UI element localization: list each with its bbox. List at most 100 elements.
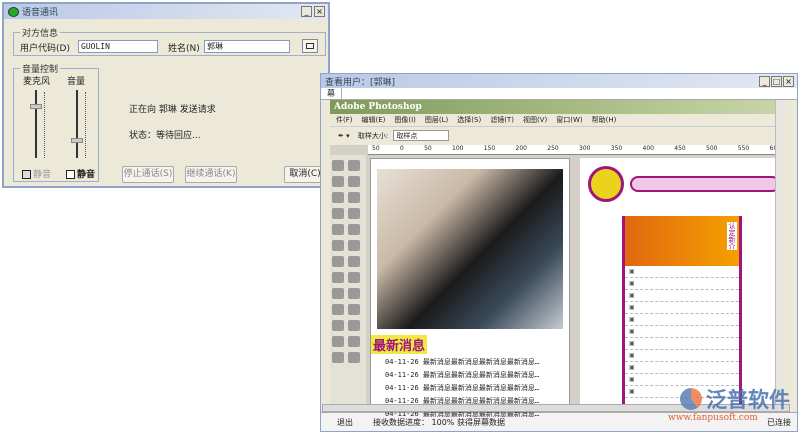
- tool-icon[interactable]: [332, 176, 344, 187]
- tool-icon[interactable]: [332, 320, 344, 331]
- menu-item[interactable]: 图层(L): [425, 116, 448, 124]
- watermark-brand: 泛普软件: [706, 388, 790, 412]
- tool-icon[interactable]: [332, 160, 344, 171]
- news-item: 04-11-26 最新消息最新消息最新消息最新消息…: [385, 371, 540, 379]
- list-row: ▣: [625, 314, 739, 326]
- user-code-label: 用户代码(D): [20, 44, 70, 54]
- menu-item[interactable]: 图像(I): [394, 116, 416, 124]
- eyedropper-icon: ✒ ▾: [338, 132, 352, 140]
- volume-mute-checkbox[interactable]: 静音: [66, 167, 95, 180]
- canvas-left: 最新消息 04-11-26 最新消息最新消息最新消息最新消息… 04-11-26 …: [370, 158, 570, 418]
- mic-slider-thumb[interactable]: [30, 104, 42, 109]
- tool-icon[interactable]: [348, 352, 360, 363]
- tool-icon[interactable]: [348, 192, 360, 203]
- close-button[interactable]: ×: [314, 6, 325, 17]
- volume-mute-label: 静音: [77, 170, 96, 180]
- volume-label: 音量: [67, 77, 86, 87]
- tool-icon[interactable]: [332, 336, 344, 347]
- contact-card-button[interactable]: [302, 39, 318, 53]
- exit-button[interactable]: 退出: [337, 417, 353, 428]
- contact-card-icon: [306, 43, 314, 49]
- fanpu-logo-icon: [680, 388, 702, 410]
- viewer-maximize-button[interactable]: □: [771, 75, 782, 87]
- list-row: ▣: [625, 290, 739, 302]
- tool-icon[interactable]: [348, 272, 360, 283]
- menu-item[interactable]: 滤镜(T): [490, 116, 514, 124]
- list-row: ▣: [625, 326, 739, 338]
- list-row: ▣: [625, 302, 739, 314]
- tool-icon[interactable]: [348, 320, 360, 331]
- remote-menu-bar: 件(F) 编辑(E) 图像(I) 图层(L) 选择(S) 滤镜(T) 视图(V) 窗口(W) 帮…: [330, 114, 785, 126]
- menu-item[interactable]: 帮助(H): [592, 116, 617, 124]
- dialog-titlebar: 语音通讯 _ ×: [4, 4, 328, 19]
- user-code-input[interactable]: GUOLIN: [78, 40, 158, 53]
- menu-item[interactable]: 窗口(W): [556, 116, 582, 124]
- toolbox: [330, 155, 366, 410]
- menu-item[interactable]: 选择(S): [457, 116, 481, 124]
- tab-screen[interactable]: 幕: [321, 88, 342, 99]
- tool-icon[interactable]: [348, 240, 360, 251]
- tool-icon[interactable]: [332, 272, 344, 283]
- minimize-button[interactable]: _: [301, 6, 312, 17]
- ruler-tick-label: 500: [706, 145, 718, 152]
- tool-icon[interactable]: [332, 224, 344, 235]
- tool-icon[interactable]: [332, 256, 344, 267]
- tool-icon[interactable]: [348, 224, 360, 235]
- tool-icon[interactable]: [348, 336, 360, 347]
- arrow-badge-icon: [588, 166, 624, 202]
- ruler-tick-label: 200: [515, 145, 527, 152]
- ruler: 50050100150200250300350400450500550600: [368, 145, 785, 155]
- tool-icon[interactable]: [332, 304, 344, 315]
- tool-icon[interactable]: [332, 288, 344, 299]
- remote-options-bar: ✒ ▾ 取样大小: 取样点: [330, 126, 785, 145]
- viewer-minimize-button[interactable]: _: [759, 75, 770, 87]
- sample-size-label: 取样大小:: [357, 132, 389, 140]
- menu-item[interactable]: 件(F): [336, 116, 353, 124]
- tool-icon[interactable]: [348, 208, 360, 219]
- remote-screen: Adobe Photoshop 件(F) 编辑(E) 图像(I) 图层(L) 选择(S)…: [330, 100, 785, 418]
- tool-icon[interactable]: [332, 352, 344, 363]
- tool-icon[interactable]: [332, 240, 344, 251]
- tool-icon[interactable]: [348, 176, 360, 187]
- viewer-title: 查看用户：[郭琳]: [325, 77, 396, 88]
- mic-mute-checkbox[interactable]: 静音: [22, 167, 51, 180]
- voice-call-dialog: 语音通讯 _ × 对方信息 用户代码(D) GUOLIN 姓名(N) 郭琳 音量…: [2, 2, 330, 188]
- connection-status: 已连接: [767, 418, 791, 427]
- list-row: ▣: [625, 338, 739, 350]
- viewer-close-button[interactable]: ×: [783, 75, 794, 87]
- tool-icon[interactable]: [348, 304, 360, 315]
- name-input[interactable]: 郭琳: [204, 40, 290, 53]
- news-item: 04-11-26 最新消息最新消息最新消息最新消息…: [385, 358, 540, 366]
- sample-size-select[interactable]: 取样点: [393, 130, 450, 141]
- stop-call-button[interactable]: 停止通话(S): [122, 166, 174, 183]
- mic-slider-track[interactable]: [35, 90, 37, 158]
- volume-slider-track[interactable]: [76, 90, 78, 158]
- volume-slider-thumb[interactable]: [71, 138, 83, 143]
- vertical-scrollbar[interactable]: [775, 100, 785, 410]
- list-row: ▣: [625, 278, 739, 290]
- request-status: 正在向 郭琳 发送请求: [129, 105, 216, 115]
- ruler-tick-label: 350: [610, 145, 623, 152]
- tool-icon[interactable]: [332, 192, 344, 203]
- list-row: ▣: [625, 362, 739, 374]
- volume-ticks: [85, 92, 87, 158]
- photo-businessman: [377, 169, 563, 329]
- tool-icon[interactable]: [348, 160, 360, 171]
- ruler-tick-label: 100: [452, 145, 464, 152]
- watermark-url: www.fanpusoft.com: [668, 413, 758, 423]
- mic-mute-label: 静音: [33, 170, 52, 180]
- news-item: 04-11-26 最新消息最新消息最新消息最新消息…: [385, 384, 540, 392]
- mic-ticks: [44, 92, 46, 158]
- ruler-tick-label: 300: [579, 145, 591, 152]
- continue-call-button[interactable]: 继续通话(K): [185, 166, 237, 183]
- remote-app-title: Adobe Photoshop: [330, 100, 785, 114]
- tool-icon[interactable]: [332, 208, 344, 219]
- ruler-tick-label: 450: [674, 145, 686, 152]
- peer-info-legend: 对方信息: [22, 29, 59, 39]
- menu-item[interactable]: 编辑(E): [362, 116, 386, 124]
- tool-icon[interactable]: [348, 288, 360, 299]
- menu-item[interactable]: 视图(V): [523, 116, 547, 124]
- list-row: ▣: [625, 266, 739, 278]
- content-panel: 认定新介 ▣ ▣ ▣ ▣ ▣ ▣ ▣ ▣ ▣ ▣ ▣: [622, 216, 742, 410]
- tool-icon[interactable]: [348, 256, 360, 267]
